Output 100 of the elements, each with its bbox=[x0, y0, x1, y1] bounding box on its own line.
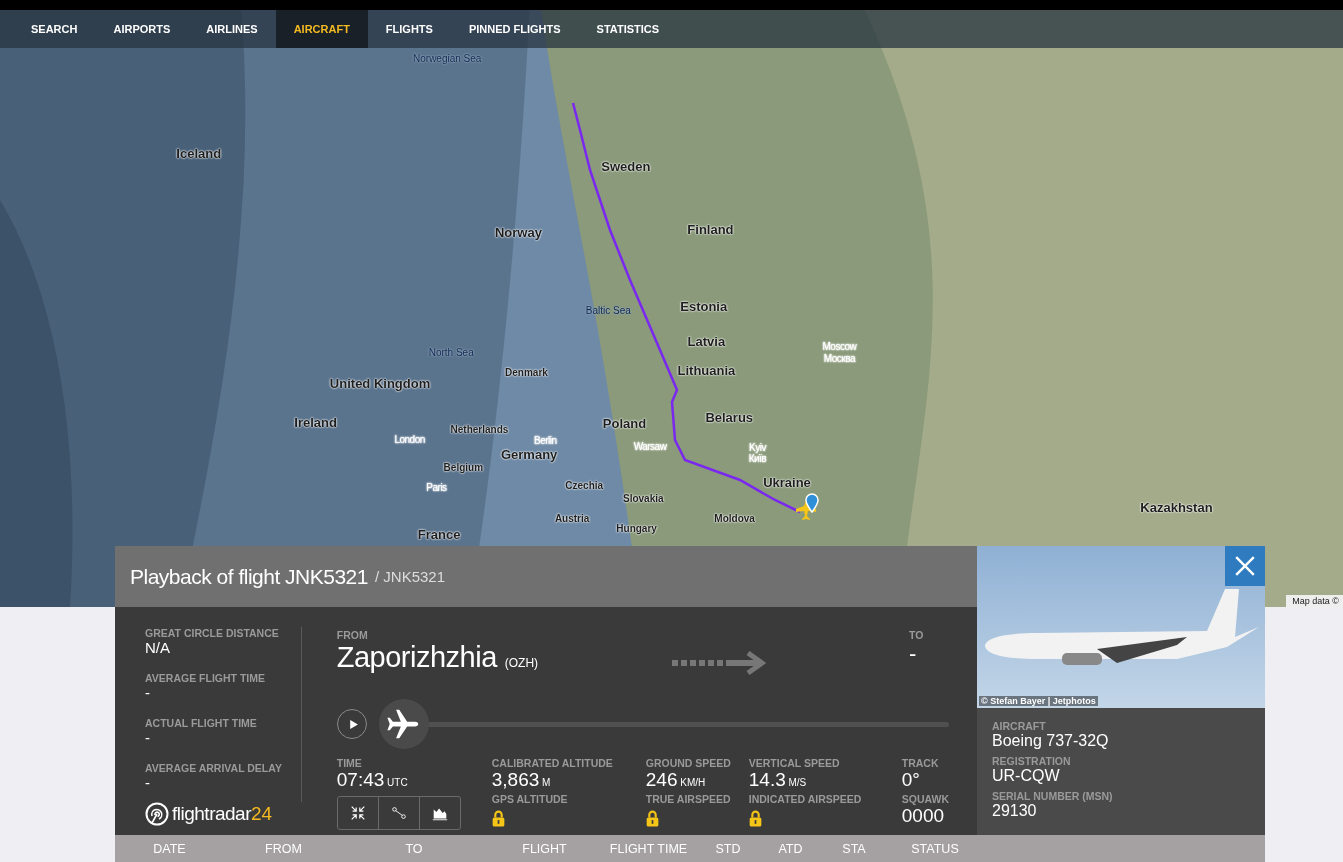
detail-value: UR-CQW bbox=[992, 767, 1061, 784]
nav-tab[interactable]: AIRPORTS bbox=[95, 10, 189, 48]
nav-tab[interactable]: FLIGHTS bbox=[367, 10, 451, 48]
map-label: North Sea bbox=[428, 346, 474, 358]
detail-value: 29130 bbox=[992, 802, 1038, 819]
map-label: United Kingdom bbox=[329, 375, 431, 391]
map-label: London bbox=[394, 433, 425, 445]
logo-text: flightradar bbox=[172, 803, 251, 825]
map-label: Denmark bbox=[505, 366, 548, 378]
map-label: Kazakhstan bbox=[1140, 499, 1213, 515]
map-label: Hungary bbox=[616, 522, 657, 534]
lock-icon bbox=[645, 810, 659, 827]
map-label: Ireland bbox=[294, 414, 337, 430]
reading-label: GROUND SPEED bbox=[645, 757, 732, 769]
map-label: Netherlands bbox=[450, 423, 509, 435]
stat-label: AVERAGE FLIGHT TIME bbox=[145, 672, 266, 684]
column-header: FROM bbox=[264, 841, 303, 856]
map-label: Iceland bbox=[176, 145, 222, 161]
map-label: Norwegian Sea bbox=[413, 52, 482, 64]
map-label: Москва bbox=[823, 352, 855, 364]
map-label: Norway bbox=[494, 224, 542, 240]
stat-value: - bbox=[145, 729, 151, 746]
map-label: Germany bbox=[500, 446, 558, 462]
stat-label: GREAT CIRCLE DISTANCE bbox=[145, 627, 280, 639]
close-icon bbox=[1234, 555, 1256, 577]
map-label: Київ bbox=[748, 452, 767, 464]
reading-label: TRUE AIRSPEED bbox=[645, 793, 732, 805]
stat-value: - bbox=[145, 774, 151, 791]
map-attribution: Map data © bbox=[1286, 595, 1343, 607]
photo-credit: © Stefan Bayer | Jetphotos bbox=[979, 696, 1098, 706]
reading-value: 14.3 M/S bbox=[748, 769, 808, 791]
map-label: Sweden bbox=[601, 158, 651, 174]
reading-label: TRACK bbox=[901, 757, 940, 769]
playback-slider[interactable] bbox=[378, 699, 949, 749]
location-pin-icon bbox=[805, 493, 819, 513]
map-label: Estonia bbox=[680, 298, 728, 314]
map-label: Kyiv bbox=[749, 441, 766, 453]
column-header: DATE bbox=[152, 841, 187, 856]
from-label: FROM bbox=[336, 629, 369, 641]
detail-label: SERIAL NUMBER (MSN) bbox=[992, 790, 1114, 802]
nav-tab[interactable]: PINNED FLIGHTS bbox=[450, 10, 579, 48]
reading-value: 3,863 M bbox=[491, 769, 552, 791]
stat-value: - bbox=[145, 684, 151, 701]
reading-label: CALIBRATED ALTITUDE bbox=[491, 757, 614, 769]
map-label: Poland bbox=[602, 415, 647, 431]
reading-label: SQUAWK bbox=[901, 793, 949, 805]
map-label: Latvia bbox=[687, 333, 726, 349]
map-label: Moscow bbox=[822, 340, 857, 352]
column-header: FLIGHT bbox=[521, 841, 568, 856]
nav-tab[interactable]: SEARCH bbox=[13, 10, 96, 48]
column-header: STATUS bbox=[910, 841, 960, 856]
dotted-arrow-icon bbox=[671, 651, 768, 675]
column-header: STA bbox=[841, 841, 867, 856]
flight-callsign: / JNK5321 bbox=[375, 568, 446, 585]
map-label: Lithuania bbox=[677, 362, 736, 378]
reading-label: VERTICAL SPEED bbox=[748, 757, 841, 769]
logo-number: 24 bbox=[251, 803, 273, 825]
nav-tab[interactable]: STATISTICS bbox=[578, 10, 678, 48]
reading-value: 246 KM/H bbox=[645, 769, 707, 791]
radar-logo-icon bbox=[145, 802, 169, 826]
destination-value: - bbox=[909, 641, 918, 667]
reading-label: TIME bbox=[336, 757, 363, 769]
map-label: Ukraine bbox=[763, 474, 811, 490]
detail-label: REGISTRATION bbox=[992, 755, 1072, 767]
lock-icon bbox=[491, 810, 505, 827]
map-label: Finland bbox=[687, 221, 734, 237]
map-label: Baltic Sea bbox=[585, 304, 631, 316]
stat-label: AVERAGE ARRIVAL DELAY bbox=[145, 762, 283, 774]
play-icon bbox=[347, 718, 359, 730]
map-label: Belgium bbox=[443, 461, 484, 473]
reading-value: 0000 bbox=[901, 805, 946, 827]
map-label: Czechia bbox=[565, 479, 604, 491]
map-label: Moldova bbox=[714, 512, 755, 524]
map-label: Paris bbox=[426, 481, 447, 493]
nav-tab[interactable]: AIRLINES bbox=[188, 10, 276, 48]
lock-icon bbox=[748, 810, 762, 827]
airport-code: (OZH) bbox=[504, 656, 539, 670]
column-header: STD bbox=[714, 841, 742, 856]
stat-label: ACTUAL FLIGHT TIME bbox=[145, 717, 258, 729]
column-header: TO bbox=[404, 841, 424, 856]
map-label: Warsaw bbox=[633, 440, 667, 452]
map-label: Belarus bbox=[705, 409, 754, 425]
map-label: Austria bbox=[554, 512, 590, 524]
playback-handle[interactable] bbox=[378, 699, 429, 749]
detail-value: Boeing 737-32Q bbox=[992, 732, 1110, 749]
map-label: Slovakia bbox=[623, 492, 664, 504]
stat-value: N/A bbox=[145, 639, 171, 656]
column-header: ATD bbox=[777, 841, 804, 856]
reading-value: 0° bbox=[901, 769, 921, 791]
reading-label: INDICATED AIRSPEED bbox=[748, 793, 863, 805]
map-label: Berlin bbox=[533, 434, 557, 446]
column-header: FLIGHT TIME bbox=[608, 841, 689, 856]
origin-city: Zaporizhzhia bbox=[336, 641, 497, 674]
reading-label: GPS ALTITUDE bbox=[491, 793, 569, 805]
close-button[interactable] bbox=[1225, 546, 1265, 586]
nav-tab[interactable]: AIRCRAFT bbox=[275, 10, 368, 48]
to-label: TO bbox=[909, 629, 925, 641]
detail-label: AIRCRAFT bbox=[992, 720, 1047, 732]
reading-value: 07:43 UTC bbox=[336, 769, 409, 791]
map-label: France bbox=[417, 526, 461, 542]
